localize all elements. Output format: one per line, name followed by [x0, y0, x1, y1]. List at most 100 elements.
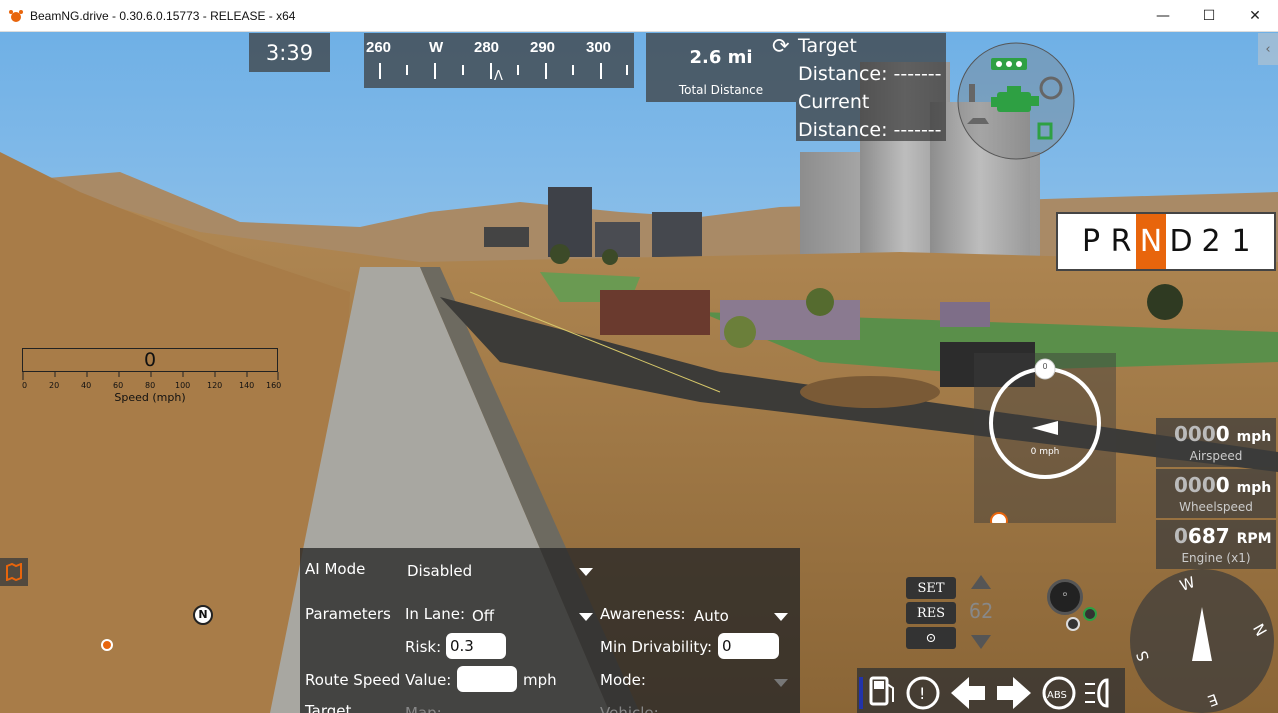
risk-input[interactable] — [446, 633, 506, 659]
minimize-button[interactable]: — — [1140, 0, 1186, 32]
parameters-label: Parameters — [305, 605, 391, 623]
speed-tick-label: 140 — [239, 381, 255, 390]
speed-tick-label: 0 — [22, 381, 28, 390]
compass-label: W — [429, 39, 444, 56]
speedo-needle-icon — [1032, 421, 1058, 435]
rpm-readout: 0687 RPM Engine (x1) — [1156, 520, 1276, 569]
speedo-value: 0 mph — [1030, 447, 1060, 457]
injectors-icon — [991, 58, 1027, 70]
cruise-down-icon — [971, 635, 991, 649]
gear-n: N — [1136, 214, 1166, 269]
abs-icon: ABS — [1042, 676, 1076, 710]
svg-text:ABS: ABS — [1047, 690, 1067, 701]
gear-1: 1 — [1231, 224, 1251, 259]
speed-bar-gauge: 0 0 20 40 60 80 100 120 140 160 Speed (m… — [22, 348, 282, 408]
beamng-logo-icon — [8, 8, 24, 24]
dashboard-indicators: ! ABS — [857, 668, 1125, 713]
round-speedometer: 0 0 mph — [974, 353, 1116, 530]
airspeed-readout: 0000 mph Airspeed — [1156, 418, 1276, 467]
ai-mode-dropdown-icon[interactable] — [579, 568, 593, 576]
player-position-marker — [101, 639, 113, 651]
gear-d: D — [1169, 224, 1193, 259]
headlights-icon — [1085, 678, 1109, 708]
speed-tick-label: 20 — [49, 381, 60, 390]
min-drivability-label: Min Drivability: — [600, 638, 713, 656]
current-line-1: Current — [798, 91, 870, 113]
route-speed-unit: mph — [523, 671, 557, 689]
engine-status-indicator — [955, 40, 1077, 162]
cruise-speedometer-button[interactable]: ⊙ — [906, 627, 956, 649]
in-lane-dropdown-icon[interactable] — [579, 613, 593, 621]
map-toggle-button[interactable] — [0, 558, 28, 586]
target-line-2: Distance: ------- — [798, 63, 942, 85]
route-speed-input[interactable] — [457, 666, 517, 692]
cruise-up-icon — [971, 575, 991, 589]
gear-2: 2 — [1201, 224, 1221, 259]
reset-distance-icon[interactable]: ⟳ — [772, 34, 790, 58]
speed-bar-label: Speed (mph) — [114, 391, 186, 404]
rpm-label: Engine (x1) — [1181, 551, 1251, 565]
wheelspeed-readout: 0000 mph Wheelspeed — [1156, 469, 1276, 518]
speed-tick-label: 160 — [266, 381, 282, 390]
awareness-dropdown-icon[interactable] — [774, 613, 788, 621]
route-speed-label: Route Speed Value: — [305, 671, 452, 689]
engine-start-stop-button[interactable]: ⏻ — [1047, 579, 1083, 615]
awareness-select[interactable]: Auto — [694, 607, 729, 625]
compass-pointer-icon: Λ — [494, 69, 503, 84]
current-line-2: Distance: ------- — [798, 119, 942, 141]
min-drivability-input[interactable] — [718, 633, 779, 659]
esc-indicator-icon — [1083, 607, 1097, 621]
vehicle-readouts: 0000 mph Airspeed 0000 mph Wheelspeed 06… — [1156, 418, 1276, 571]
compass-label: 260 — [366, 39, 392, 56]
compass-label: 290 — [530, 39, 556, 56]
target-label: Target — [305, 702, 352, 713]
cruise-res-button[interactable]: RES — [906, 602, 956, 624]
hazard-indicator-icon — [1066, 617, 1080, 631]
gear-selector: P R N D 2 1 — [1056, 212, 1276, 271]
speed-tick-label: 60 — [113, 381, 124, 390]
awareness-label: Awareness: — [600, 605, 686, 623]
speed-tick-label: 100 — [175, 381, 191, 390]
maximize-button[interactable]: ☐ — [1186, 0, 1232, 32]
parking-brake-icon: ! — [906, 676, 940, 710]
speedo-top-label: 0 — [1042, 362, 1048, 371]
vehicle-label: Vehicle: — [600, 704, 659, 713]
target-distance-panel: Target Distance: ------- Current Distanc… — [796, 33, 946, 141]
ai-mode-select[interactable]: Disabled — [407, 562, 472, 580]
gear-r: R — [1110, 224, 1132, 259]
left-signal-icon — [951, 677, 985, 709]
svg-text:!: ! — [919, 684, 925, 703]
ai-mode-label: AI Mode — [305, 560, 366, 578]
minimap-north-marker: N — [193, 605, 213, 625]
in-lane-select[interactable]: Off — [472, 607, 494, 625]
speed-tick-label: 120 — [207, 381, 223, 390]
window-title: BeamNG.drive - 0.30.6.0.15773 - RELEASE … — [30, 8, 296, 23]
compass-strip: 260 W 280 290 300 Λ — [364, 33, 634, 88]
navigation-compass: W N S E — [1128, 565, 1278, 713]
cruise-adjust: 62 — [969, 575, 993, 649]
map-label: Map: — [405, 704, 442, 713]
speed-bar-value: 0 — [143, 349, 157, 371]
svg-text:62: 62 — [969, 599, 993, 623]
speed-tick-label: 40 — [81, 381, 92, 390]
cruise-set-button[interactable]: SET — [906, 577, 956, 599]
close-button[interactable]: ✕ — [1232, 0, 1278, 32]
game-clock: 3:39 — [249, 33, 330, 72]
mode-label: Mode: — [600, 671, 646, 689]
collapse-panel-button[interactable]: ‹ — [1258, 33, 1278, 65]
compass-label: 280 — [474, 39, 500, 56]
airspeed-label: Airspeed — [1189, 449, 1243, 463]
compass-label: 300 — [586, 39, 612, 56]
speed-tick-label: 80 — [145, 381, 156, 390]
mode-dropdown-icon[interactable] — [774, 679, 788, 687]
target-line-1: Target — [798, 35, 857, 57]
right-signal-icon — [997, 677, 1031, 709]
risk-label: Risk: — [405, 638, 442, 656]
map-icon — [6, 563, 22, 581]
in-lane-label: In Lane: — [405, 605, 466, 623]
window-titlebar: BeamNG.drive - 0.30.6.0.15773 - RELEASE … — [0, 0, 1278, 32]
ai-control-panel: AI Mode Disabled Parameters In Lane: Off… — [300, 548, 800, 713]
gear-p: P — [1081, 224, 1101, 259]
wheelspeed-label: Wheelspeed — [1179, 500, 1253, 514]
total-distance-label: Total Distance — [678, 83, 764, 97]
